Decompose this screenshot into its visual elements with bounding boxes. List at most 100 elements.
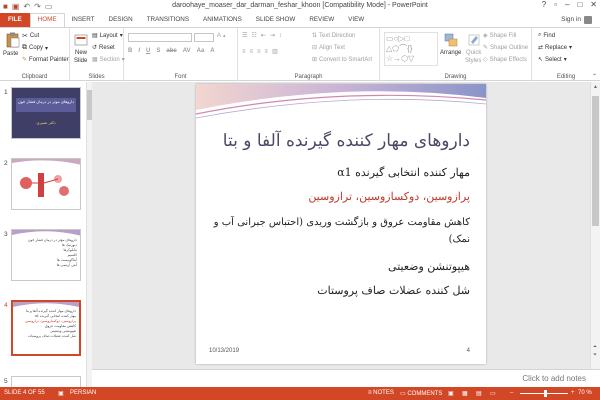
bold-icon[interactable]: B: [128, 48, 132, 54]
format-painter-button[interactable]: ✎ Format Painter: [22, 56, 69, 64]
collapse-ribbon-icon[interactable]: ⌃: [592, 73, 597, 80]
thumbnail-slide-2[interactable]: [11, 158, 81, 210]
slide-bullet-4[interactable]: هیپوتنشن وضعیتی: [204, 260, 470, 273]
shadow-icon[interactable]: S: [156, 48, 160, 54]
slideshow-view-icon[interactable]: ▭: [490, 390, 496, 397]
new-slide-icon[interactable]: [74, 32, 88, 48]
notes-pane[interactable]: Click to add notes: [92, 369, 600, 387]
zoom-level[interactable]: 70 %: [578, 390, 592, 396]
text-direction-button[interactable]: ⇅ Text Direction: [312, 32, 355, 40]
arrange-icon[interactable]: [444, 32, 458, 48]
new-slide-label-2[interactable]: Slide: [74, 58, 87, 64]
reset-label: Reset: [99, 44, 115, 51]
tab-transitions[interactable]: TRANSITIONS: [140, 13, 196, 27]
scrollbar-thumb[interactable]: [592, 96, 599, 226]
next-slide-icon[interactable]: ⏷: [593, 352, 597, 358]
notes-placeholder: Click to add notes: [522, 374, 586, 383]
font-size-combo[interactable]: [194, 33, 214, 42]
layout-icon: ▤: [92, 33, 98, 39]
thumbnail-slide-1[interactable]: داروهای موثر در درمان فشار خون دکتر نصیر…: [11, 87, 81, 139]
comments-toggle[interactable]: ▭ COMMENTS: [400, 390, 442, 397]
tab-file[interactable]: FILE: [0, 13, 30, 27]
arrange-label[interactable]: Arrange: [440, 50, 461, 56]
tab-design[interactable]: DESIGN: [102, 13, 140, 27]
cut-button[interactable]: ✂ Cut: [22, 32, 39, 40]
strikethrough-icon[interactable]: abc: [166, 48, 176, 54]
shape-outline-button[interactable]: ✎ Shape Outline: [483, 44, 528, 52]
new-slide-label[interactable]: New: [75, 50, 87, 56]
language-indicator[interactable]: PERSIAN: [70, 390, 96, 396]
ribbon-display-icon[interactable]: ▫: [554, 0, 557, 9]
increase-indent-icon[interactable]: ⇥: [270, 32, 275, 39]
thumbnail-slide-3[interactable]: داروهای مؤثر در درمان فشار خون دیورتیک ه…: [11, 229, 81, 281]
tab-view[interactable]: VIEW: [341, 13, 371, 27]
quick-styles-label[interactable]: Quick: [466, 50, 481, 56]
spellcheck-icon[interactable]: ▣: [58, 390, 64, 397]
tab-review[interactable]: REVIEW: [302, 13, 341, 27]
copy-button[interactable]: ⧉ Copy ▾: [22, 44, 48, 52]
close-button[interactable]: ✕: [590, 0, 597, 9]
align-center-icon[interactable]: ≡: [250, 49, 254, 55]
thumbnail-slide-5[interactable]: [11, 376, 81, 387]
slide-bullet-1[interactable]: مهار کننده انتخابی گیرنده α1: [204, 166, 470, 179]
char-spacing-icon[interactable]: AV: [183, 48, 191, 54]
tab-animations[interactable]: ANIMATIONS: [196, 13, 249, 27]
paste-icon[interactable]: [6, 32, 20, 48]
decrease-indent-icon[interactable]: ⇤: [261, 32, 266, 39]
columns-icon[interactable]: ▥: [272, 48, 278, 55]
select-button[interactable]: ↖ Select ▾: [538, 56, 567, 64]
reset-button[interactable]: ↺ Reset: [92, 44, 115, 52]
zoom-slider-thumb[interactable]: [544, 390, 547, 397]
maximize-button[interactable]: □: [577, 0, 582, 9]
paste-button[interactable]: Paste: [3, 51, 18, 57]
scissors-icon: ✂: [22, 33, 28, 40]
slide-bullet-3[interactable]: کاهش مقاومت عروق و بازگشت وریدی (احتباس …: [204, 214, 470, 248]
bullets-icon[interactable]: ☰: [242, 32, 247, 39]
align-text-button[interactable]: ⊟ Align Text: [312, 44, 345, 52]
scroll-up-icon[interactable]: ▲: [593, 84, 598, 90]
change-case-icon[interactable]: Aa: [197, 48, 205, 54]
slide-bullet-5[interactable]: شل کننده عضلات صاف پروستات: [204, 284, 470, 297]
thumb-number: 4: [4, 302, 8, 309]
reading-view-icon[interactable]: ▤: [476, 390, 482, 397]
align-right-icon[interactable]: ≡: [257, 49, 261, 55]
zoom-out-icon[interactable]: –: [510, 390, 513, 396]
quick-styles-icon[interactable]: [467, 32, 481, 48]
replace-label: Replace: [545, 44, 568, 51]
find-button[interactable]: ⌕ Find: [538, 32, 555, 39]
normal-view-icon[interactable]: ▣: [448, 390, 454, 397]
convert-smartart-button[interactable]: ⊞ Convert to SmartArt: [312, 56, 372, 64]
quick-styles-label-2[interactable]: Styles: [465, 58, 481, 64]
line-spacing-icon[interactable]: ↕: [279, 33, 282, 39]
tab-insert[interactable]: INSERT: [65, 13, 102, 27]
shapes-gallery[interactable]: ▭○▷□ △⬠⌒{} ☆→⬡▽: [384, 32, 438, 66]
underline-icon[interactable]: U: [146, 48, 150, 54]
layout-button[interactable]: ▤ Layout ▾: [92, 32, 123, 40]
current-slide[interactable]: داروهای مهار کننده گیرنده آلفا و بتا مها…: [196, 84, 486, 364]
align-left-icon[interactable]: ≡: [242, 49, 246, 55]
tab-home[interactable]: HOME: [29, 13, 65, 27]
shape-effects-button[interactable]: ◇ Shape Effects: [483, 56, 527, 64]
section-button[interactable]: ▦ Section ▾: [92, 56, 125, 64]
zoom-in-icon[interactable]: +: [571, 390, 575, 396]
justify-icon[interactable]: ≡: [265, 49, 269, 55]
font-color-icon[interactable]: A: [210, 48, 214, 54]
italic-icon[interactable]: I: [138, 48, 140, 54]
replace-button[interactable]: ⇄ Replace ▾: [538, 44, 572, 52]
slide-sorter-icon[interactable]: ▦: [462, 390, 468, 397]
thumbnail-slide-4[interactable]: داروهای مهار کننده گیرنده آلفا و بتا مها…: [11, 300, 81, 356]
editor-scrollbar[interactable]: ▲ ⏶ ⏷: [590, 82, 600, 369]
slide-title[interactable]: داروهای مهار کننده گیرنده آلفا و بتا: [196, 131, 470, 151]
sign-in[interactable]: Sign in: [561, 13, 592, 27]
previous-slide-icon[interactable]: ⏶: [593, 344, 597, 350]
tab-slide-show[interactable]: SLIDE SHOW: [249, 13, 303, 27]
status-bar: SLIDE 4 OF 55 ▣ PERSIAN ≡ NOTES ▭ COMMEN…: [0, 387, 600, 400]
notes-toggle[interactable]: ≡ NOTES: [368, 390, 394, 396]
shape-fill-button[interactable]: ◈ Shape Fill: [483, 32, 516, 40]
grow-font-icon[interactable]: A ▴: [217, 33, 226, 39]
slide-bullet-2[interactable]: پرازوسین، دوکسازوسین، ترازوسین: [204, 190, 470, 203]
font-name-combo[interactable]: [128, 33, 192, 42]
minimize-button[interactable]: –: [565, 0, 569, 9]
numbering-icon[interactable]: ☷: [251, 32, 256, 39]
help-button[interactable]: ?: [542, 0, 546, 9]
